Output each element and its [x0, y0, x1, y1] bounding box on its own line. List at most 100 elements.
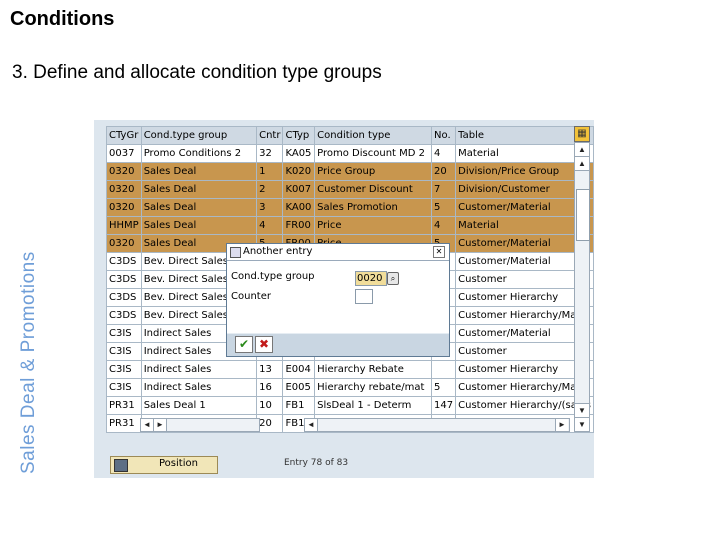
- vertical-scrollbar[interactable]: ▲ ▲ ▼ ▼: [574, 142, 590, 432]
- table-cell: C3IS: [106, 324, 142, 343]
- slide-title: Conditions: [10, 8, 115, 30]
- table-cell: C3DS: [106, 252, 142, 271]
- table-cell: 4: [256, 216, 284, 235]
- table-row[interactable]: HHMP Sales Deal 4 FR00 Price 4 Material: [106, 216, 594, 235]
- counter-label: Counter: [231, 291, 271, 302]
- table-cell: Material: [455, 144, 594, 163]
- table-cell: E005: [282, 378, 316, 397]
- table-cell: Sales Deal 1: [140, 396, 258, 415]
- cond-type-group-label: Cond.type group: [231, 271, 315, 282]
- table-cell: FR00: [282, 216, 316, 235]
- dialog-title: Another entry: [243, 246, 313, 257]
- table-row[interactable]: 0320 Sales Deal 2 K007 Customer Discount 7 Div…: [106, 180, 594, 199]
- cross-icon[interactable]: ✖: [255, 336, 273, 353]
- column-header[interactable]: CTyGr: [106, 126, 142, 145]
- table-row[interactable]: PR31 Sales Deal 1 10 FB1 SlsDeal 1 - Determ 1…: [106, 396, 594, 415]
- arrow-right-icon[interactable]: ►: [154, 419, 167, 431]
- match-code-icon[interactable]: ⌕: [387, 272, 399, 285]
- table-cell: Sales Deal: [140, 198, 258, 217]
- table-cell: [431, 360, 457, 379]
- dialog-body: Cond.type group 0020 ⌕ Counter: [227, 261, 449, 333]
- table-cell: C3DS: [106, 306, 142, 325]
- table-cell: 147: [431, 396, 457, 415]
- table-cell: C3IS: [106, 342, 142, 361]
- table-cell: Indirect Sales: [140, 360, 258, 379]
- table-cell: 16: [256, 378, 284, 397]
- table-cell: Customer/Material: [455, 234, 594, 253]
- horizontal-scrollbar-left[interactable]: ◄ ►: [140, 418, 260, 432]
- table-cell: PR31: [106, 414, 142, 433]
- table-cell: 10: [256, 396, 284, 415]
- table-cell: Hierarchy Rebate: [314, 360, 433, 379]
- cond-type-group-input[interactable]: 0020: [355, 271, 387, 286]
- table-cell: Customer/Material: [455, 252, 594, 271]
- table-cell: Customer Hierarchy/Mate: [455, 306, 594, 325]
- column-header[interactable]: CTyp: [282, 126, 316, 145]
- table-cell: 5: [431, 378, 457, 397]
- table-cell: 0320: [106, 198, 142, 217]
- table-cell: Customer Hierarchy: [455, 288, 594, 307]
- arrow-down-icon[interactable]: ▼: [575, 403, 589, 418]
- table-settings-icon[interactable]: ▦: [574, 126, 590, 142]
- arrow-left-icon[interactable]: ◄: [141, 419, 154, 431]
- position-icon: [114, 459, 128, 472]
- table-cell: Customer Hierarchy/(sales: [455, 396, 594, 415]
- table-cell: SlsDeal 1 - Determ: [314, 396, 433, 415]
- table-cell: Sales Deal: [140, 180, 258, 199]
- scrollbar-thumb[interactable]: [576, 189, 590, 241]
- table-cell: Price: [314, 216, 433, 235]
- column-header[interactable]: Cond.type group: [140, 126, 258, 145]
- table-cell: Customer/Material: [455, 198, 594, 217]
- table-row[interactable]: 0037 Promo Conditions 2 32 KA05 Promo Discou…: [106, 144, 594, 163]
- table-cell: Customer Discount: [314, 180, 433, 199]
- table-cell: Price Group: [314, 162, 433, 181]
- table-cell: Division/Price Group: [455, 162, 594, 181]
- table-cell: 0320: [106, 234, 142, 253]
- table-cell: Customer Hierarchy: [455, 360, 594, 379]
- table-cell: 0320: [106, 162, 142, 181]
- table-row[interactable]: C3IS Indirect Sales 13 E004 Hierarchy Rebate…: [106, 360, 594, 379]
- checkmark-icon[interactable]: ✔: [235, 336, 253, 353]
- table-cell: K020: [282, 162, 316, 181]
- table-row[interactable]: 0320 Sales Deal 1 K020 Price Group 20 Division…: [106, 162, 594, 181]
- table-cell: Customer Hierarchy/Mate: [455, 378, 594, 397]
- arrow-up-icon[interactable]: ▲: [575, 157, 589, 171]
- table-cell: 7: [431, 180, 457, 199]
- table-cell: C3IS: [106, 360, 142, 379]
- column-header[interactable]: No.: [431, 126, 457, 145]
- table-cell: 4: [431, 216, 457, 235]
- column-header[interactable]: Table: [455, 126, 594, 145]
- table-cell: Division/Customer: [455, 180, 594, 199]
- position-button[interactable]: Position: [110, 456, 218, 474]
- table-cell: 20: [431, 162, 457, 181]
- arrow-up-icon[interactable]: ▲: [575, 143, 589, 157]
- horizontal-scrollbar-right[interactable]: ◄ ►: [304, 418, 570, 432]
- column-header[interactable]: Cntr: [256, 126, 284, 145]
- table-cell: Sales Deal: [140, 216, 258, 235]
- table-cell: C3IS: [106, 378, 142, 397]
- table-cell: FB1: [282, 396, 316, 415]
- table-cell: HHMP: [106, 216, 142, 235]
- table-cell: E004: [282, 360, 316, 379]
- table-cell: 13: [256, 360, 284, 379]
- table-cell: 2: [256, 180, 284, 199]
- arrow-left-icon[interactable]: ◄: [305, 419, 318, 431]
- table-cell: 1: [256, 162, 284, 181]
- another-entry-dialog: Another entry ✕ Cond.type group 0020 ⌕ C…: [226, 243, 450, 357]
- table-row[interactable]: C3IS Indirect Sales 16 E005 Hierarchy rebate…: [106, 378, 594, 397]
- counter-input[interactable]: [355, 289, 373, 304]
- arrow-down-icon[interactable]: ▼: [575, 417, 589, 432]
- table-cell: Promo Conditions 2: [140, 144, 258, 163]
- close-icon[interactable]: ✕: [433, 246, 445, 258]
- table-cell: 4: [431, 144, 457, 163]
- table-cell: Indirect Sales: [140, 378, 258, 397]
- table-row[interactable]: 0320 Sales Deal 3 KA00 Sales Promotion 5 Custo…: [106, 198, 594, 217]
- table-cell: K007: [282, 180, 316, 199]
- position-label: Position: [159, 458, 198, 469]
- arrow-right-icon[interactable]: ►: [555, 419, 568, 431]
- entry-count-text: Entry 78 of 83: [284, 458, 349, 468]
- table-cell: Sales Deal: [140, 162, 258, 181]
- column-header[interactable]: Condition type: [314, 126, 433, 145]
- window-icon: [230, 247, 241, 258]
- table-cell: 32: [256, 144, 284, 163]
